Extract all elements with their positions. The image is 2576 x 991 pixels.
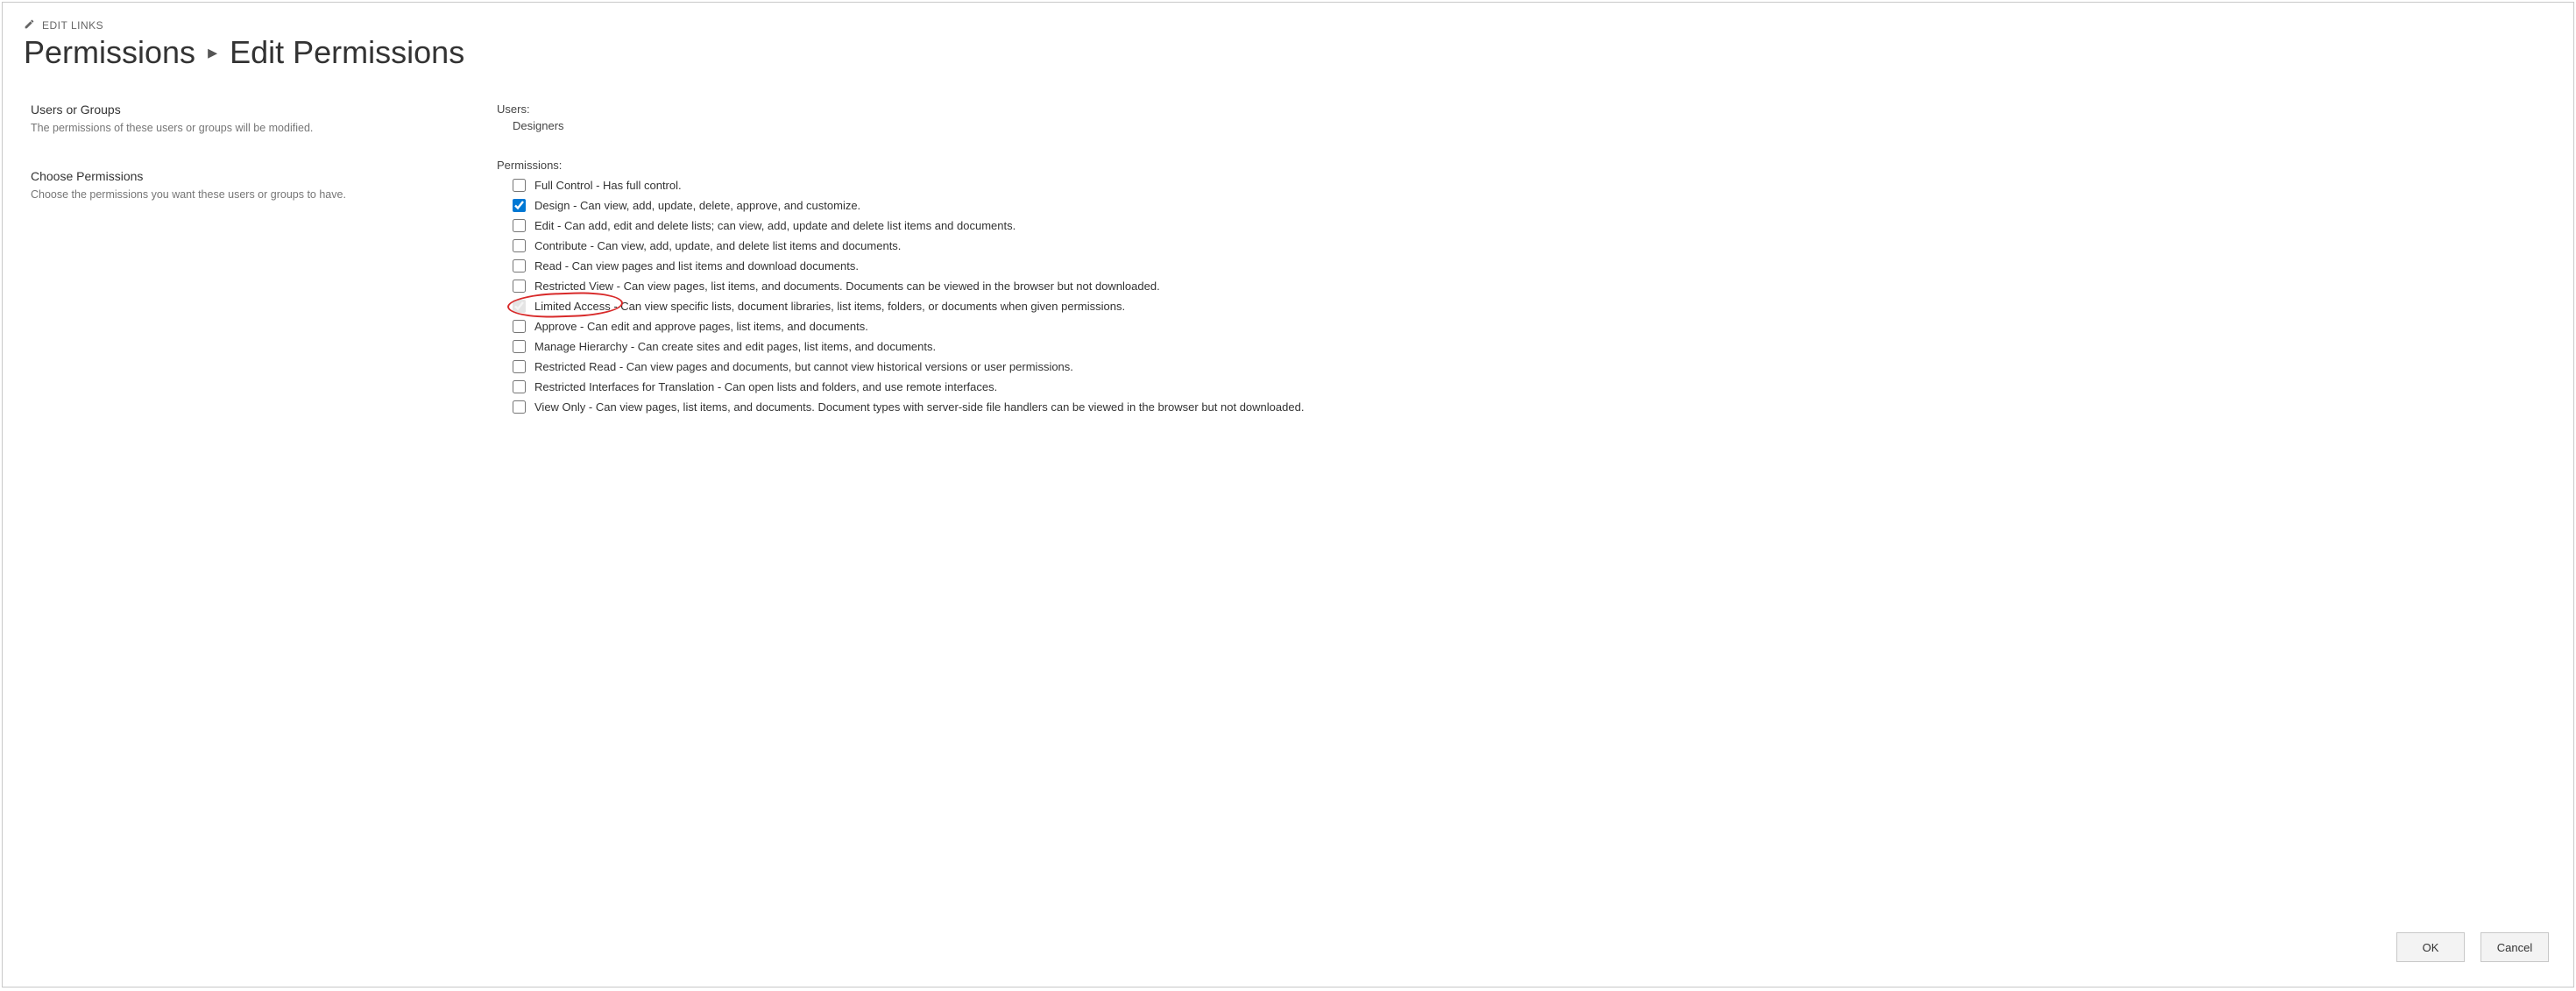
permission-checkbox-manage-hierarchy[interactable] (513, 340, 526, 353)
section-choose-title: Choose Permissions (31, 169, 497, 183)
footer-buttons: OK Cancel (2396, 932, 2549, 962)
permission-label: Edit - Can add, edit and delete lists; c… (534, 220, 1016, 231)
permission-row-restricted-read[interactable]: Restricted Read - Can view pages and doc… (513, 357, 2552, 377)
permission-checkbox-full-control[interactable] (513, 179, 526, 192)
breadcrumb-current: Edit Permissions (230, 34, 464, 71)
permission-row-approve[interactable]: Approve - Can edit and approve pages, li… (513, 316, 2552, 336)
permission-label: Restricted Interfaces for Translation - … (534, 381, 997, 393)
permission-row-contribute[interactable]: Contribute - Can view, add, update, and … (513, 236, 2552, 256)
content-area: Users or Groups The permissions of these… (24, 103, 2552, 417)
permission-checkbox-restricted-view[interactable] (513, 280, 526, 293)
page-container: EDIT LINKS Permissions ▸ Edit Permission… (2, 2, 2574, 987)
edit-links-label: EDIT LINKS (42, 19, 103, 32)
permission-row-read[interactable]: Read - Can view pages and list items and… (513, 256, 2552, 276)
permission-row-view-only[interactable]: View Only - Can view pages, list items, … (513, 397, 2552, 417)
permission-label: Restricted View - Can view pages, list i… (534, 280, 1160, 292)
right-column: Users: Designers Permissions: Full Contr… (497, 103, 2552, 417)
permission-checkbox-contribute[interactable] (513, 239, 526, 252)
users-value: Designers (497, 119, 2552, 132)
permission-label: Full Control - Has full control. (534, 180, 682, 191)
permission-row-manage-hierarchy[interactable]: Manage Hierarchy - Can create sites and … (513, 336, 2552, 357)
permission-row-edit[interactable]: Edit - Can add, edit and delete lists; c… (513, 216, 2552, 236)
permission-label: Manage Hierarchy - Can create sites and … (534, 341, 936, 352)
permission-checkbox-design[interactable] (513, 199, 526, 212)
permission-checkbox-read[interactable] (513, 259, 526, 273)
permission-label: View Only - Can view pages, list items, … (534, 401, 1304, 413)
section-users-desc: The permissions of these users or groups… (31, 122, 497, 134)
permissions-list: Full Control - Has full control. Design -… (497, 175, 2552, 417)
left-column: Users or Groups The permissions of these… (24, 103, 497, 417)
permission-row-design[interactable]: Design - Can view, add, update, delete, … (513, 195, 2552, 216)
permission-row-restricted-interfaces[interactable]: Restricted Interfaces for Translation - … (513, 377, 2552, 397)
section-users-title: Users or Groups (31, 103, 497, 117)
permission-checkbox-approve[interactable] (513, 320, 526, 333)
section-choose-desc: Choose the permissions you want these us… (31, 188, 497, 201)
permission-checkbox-restricted-interfaces[interactable] (513, 380, 526, 393)
permission-label: Contribute - Can view, add, update, and … (534, 240, 901, 251)
permissions-label: Permissions: (497, 159, 2552, 172)
permission-label: Design - Can view, add, update, delete, … (534, 200, 860, 211)
permission-row-restricted-view[interactable]: Restricted View - Can view pages, list i… (513, 276, 2552, 296)
permission-checkbox-limited-access (513, 300, 526, 313)
chevron-right-icon: ▸ (208, 41, 217, 64)
permission-checkbox-restricted-read[interactable] (513, 360, 526, 373)
cancel-button[interactable]: Cancel (2480, 932, 2549, 962)
pencil-icon (24, 18, 35, 32)
ok-button[interactable]: OK (2396, 932, 2465, 962)
permission-label: Read - Can view pages and list items and… (534, 260, 859, 272)
permission-label: Limited Access - Can view specific lists… (534, 301, 1125, 312)
breadcrumb-root[interactable]: Permissions (24, 34, 195, 71)
permission-checkbox-edit[interactable] (513, 219, 526, 232)
permission-label: Approve - Can edit and approve pages, li… (534, 321, 868, 332)
permission-checkbox-view-only[interactable] (513, 400, 526, 414)
edit-links-bar[interactable]: EDIT LINKS (24, 18, 2552, 32)
permission-label: Restricted Read - Can view pages and doc… (534, 361, 1073, 372)
breadcrumb: Permissions ▸ Edit Permissions (24, 34, 2552, 71)
users-label: Users: (497, 103, 2552, 116)
permission-row-limited-access: Limited Access - Can view specific lists… (513, 296, 2552, 316)
permission-row-full-control[interactable]: Full Control - Has full control. (513, 175, 2552, 195)
